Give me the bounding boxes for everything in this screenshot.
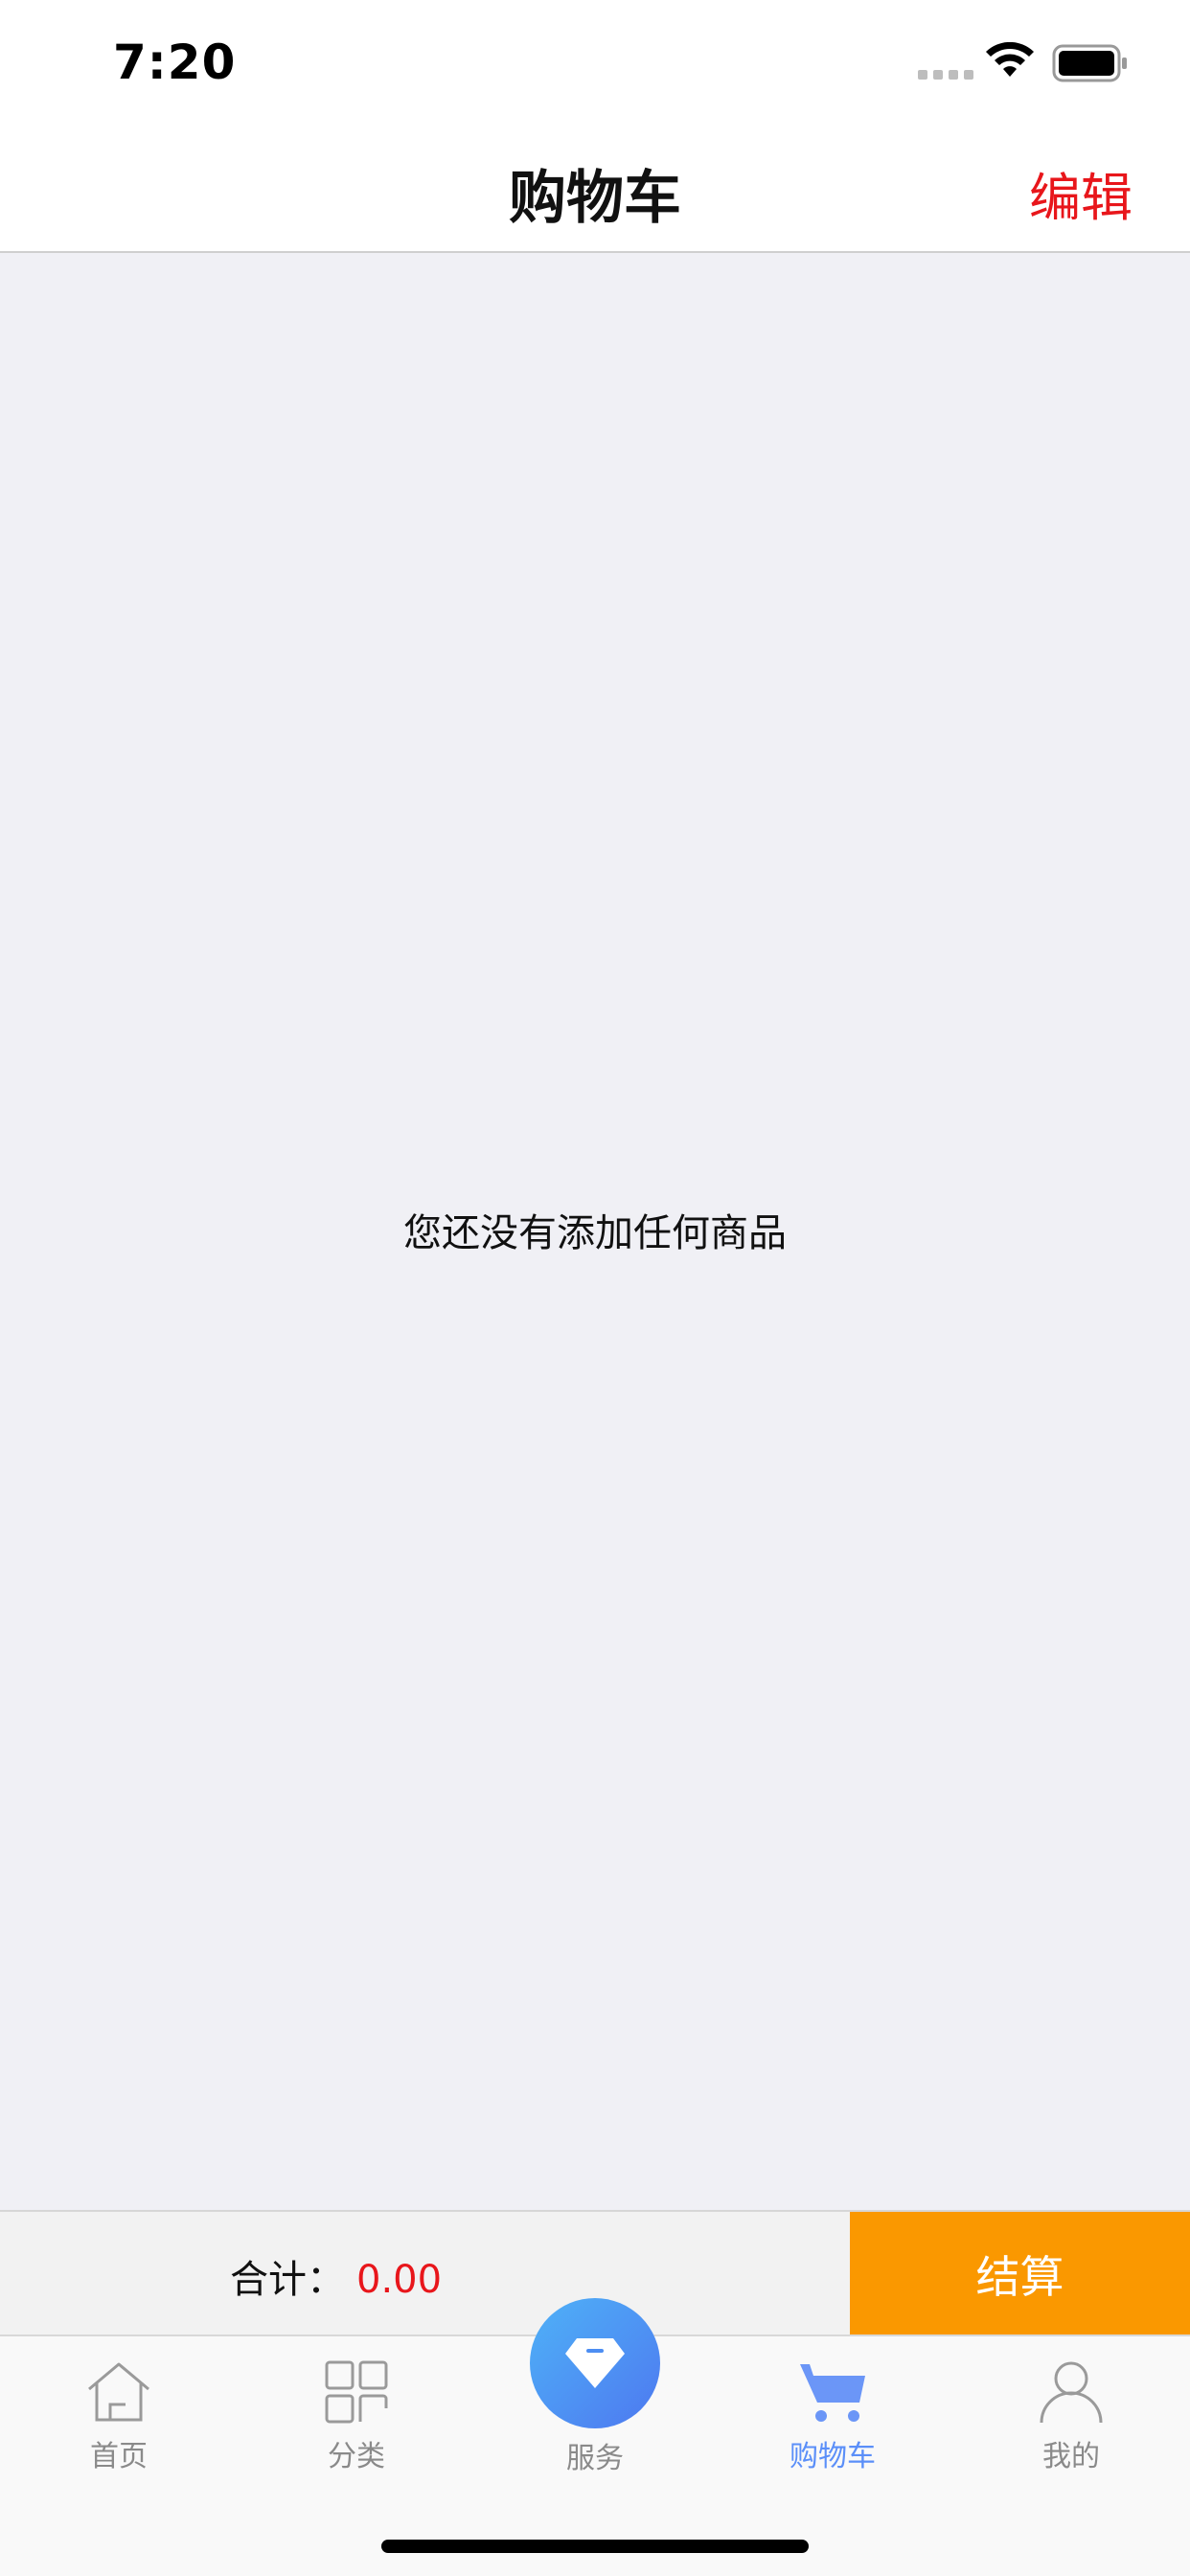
- tab-home[interactable]: 首页: [0, 2336, 238, 2476]
- tab-home-label: 首页: [90, 2440, 148, 2473]
- page-title: 购物车: [509, 165, 681, 232]
- home-icon: [85, 2358, 152, 2426]
- category-icon: [325, 2358, 388, 2426]
- home-indicator-area: [0, 2474, 1190, 2576]
- tab-service[interactable]: [530, 2298, 660, 2428]
- cart-content: 您还没有添加任何商品: [0, 253, 1190, 2210]
- cart-icon: [798, 2358, 867, 2426]
- tab-service-label: 服务: [566, 2442, 624, 2475]
- nav-bar: 购物车 编辑: [0, 130, 1190, 253]
- cellular-signal-icon: [918, 70, 973, 80]
- profile-icon: [1039, 2358, 1104, 2426]
- tab-cart[interactable]: 购物车: [714, 2336, 951, 2476]
- total-amount: 0.00: [356, 2258, 443, 2302]
- total-summary: 合计： 0.00: [230, 2248, 442, 2304]
- diamond-icon: [565, 2338, 625, 2388]
- empty-cart-message: 您还没有添加任何商品: [403, 1211, 787, 1255]
- edit-button[interactable]: 编辑: [1029, 155, 1133, 231]
- tab-category[interactable]: 分类: [238, 2336, 475, 2476]
- tab-profile-label: 我的: [1042, 2440, 1100, 2473]
- battery-icon: [1052, 44, 1127, 82]
- status-bar: 7:20: [0, 0, 1190, 130]
- checkout-button[interactable]: 结算: [850, 2212, 1190, 2336]
- total-label: 合计：: [230, 2258, 345, 2302]
- home-indicator[interactable]: [381, 2540, 809, 2553]
- tab-cart-label: 购物车: [790, 2440, 876, 2473]
- tab-category-label: 分类: [328, 2440, 385, 2473]
- tab-profile[interactable]: 我的: [952, 2336, 1190, 2476]
- status-time: 7:20: [113, 34, 237, 90]
- wifi-icon: [986, 42, 1034, 77]
